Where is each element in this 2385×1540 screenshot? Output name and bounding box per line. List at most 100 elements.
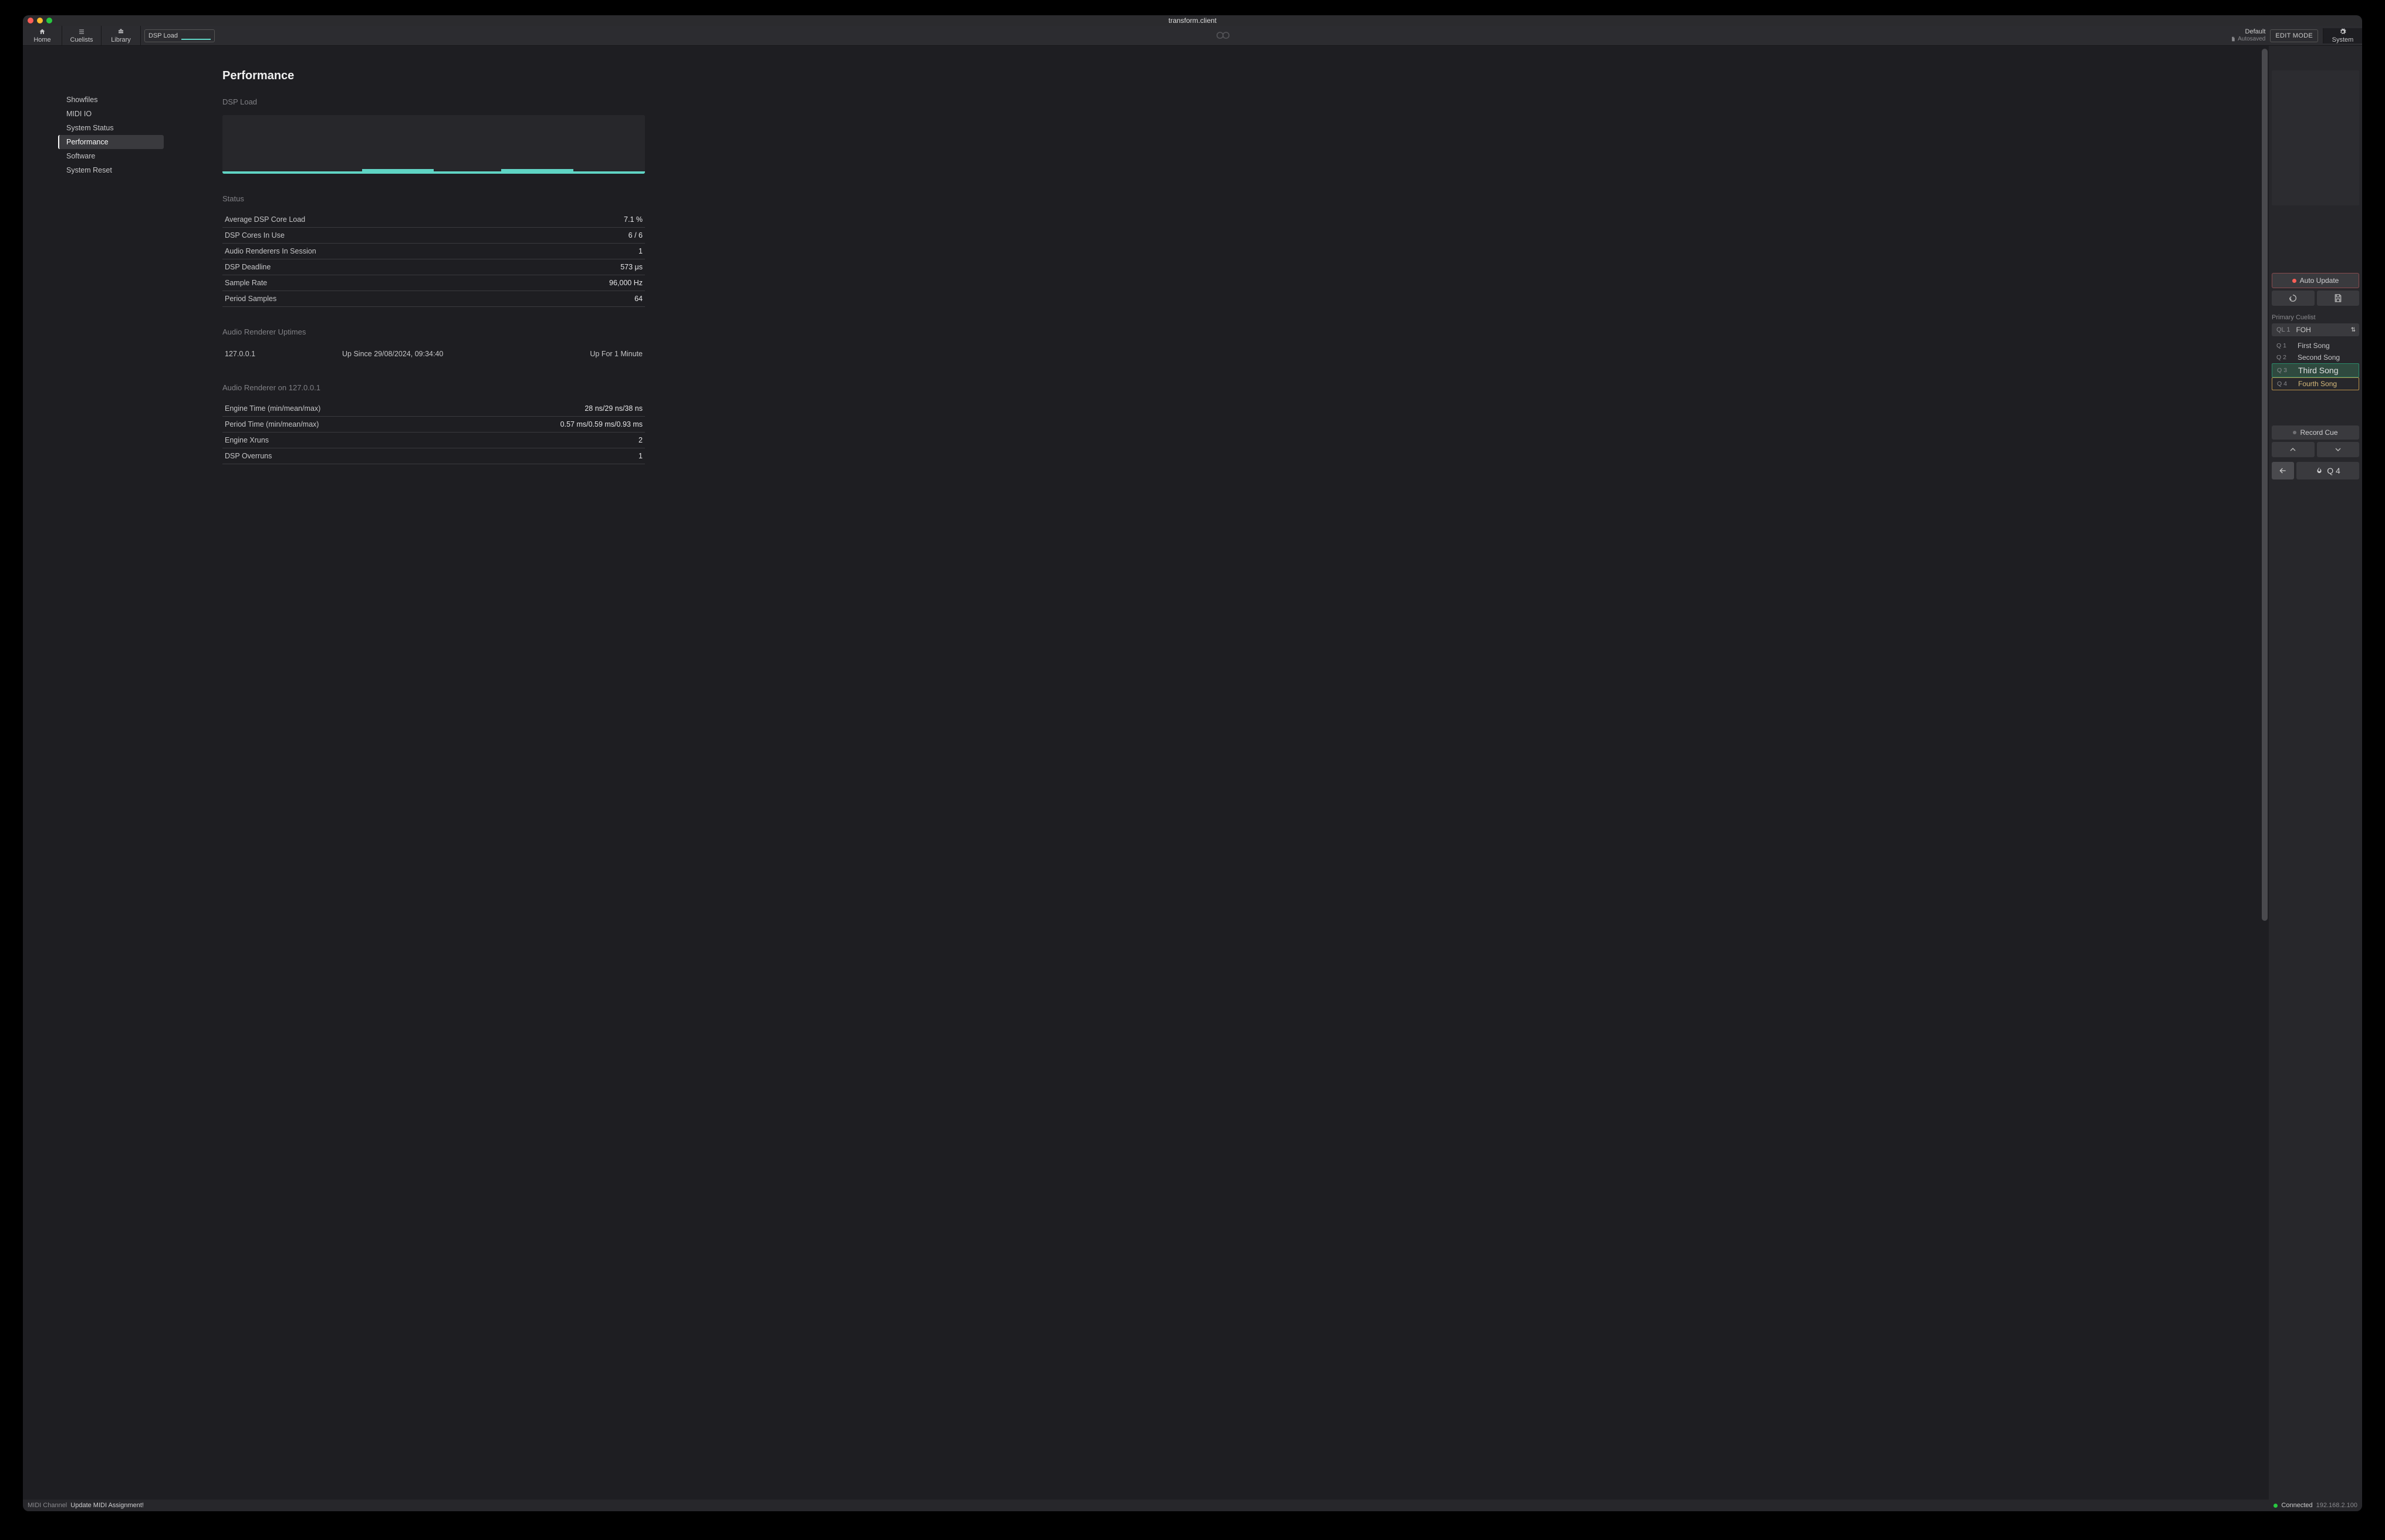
nav-item-showfiles[interactable]: Showfiles: [58, 93, 164, 107]
home-icon: [38, 28, 46, 35]
nav-item-midi-io[interactable]: MIDI IO: [58, 107, 164, 121]
cuelist-short: QL 1: [2276, 326, 2290, 333]
dsp-segment: [362, 169, 434, 174]
nav-item-system-reset[interactable]: System Reset: [58, 163, 164, 177]
nav-item-software[interactable]: Software: [58, 149, 164, 163]
library-icon: [117, 28, 125, 35]
cue-row[interactable]: Q 4Fourth Song: [2272, 377, 2359, 390]
cue-prev-button[interactable]: [2272, 442, 2315, 457]
renderer-value: 2: [639, 436, 643, 444]
dsp-load-mini[interactable]: DSP Load: [144, 29, 215, 42]
tab-library-label: Library: [111, 36, 131, 43]
dsp-segment: [573, 171, 645, 174]
status-row: DSP Deadline 573 μs: [222, 259, 645, 275]
save-button[interactable]: [2317, 291, 2360, 306]
cuelist-name: FOH: [2296, 326, 2310, 334]
uptimes-heading: Audio Renderer Uptimes: [222, 327, 645, 336]
renderer-key: DSP Overruns: [225, 452, 272, 460]
status-key: Average DSP Core Load: [225, 215, 305, 224]
save-icon: [2333, 293, 2343, 303]
cue-number: Q 3: [2277, 367, 2291, 374]
record-dot-icon: [2292, 279, 2296, 283]
scrollbar-thumb[interactable]: [2262, 49, 2268, 921]
cue-name: Second Song: [2298, 353, 2340, 362]
tab-home-label: Home: [33, 36, 50, 43]
status-row: Sample Rate96,000 Hz: [222, 275, 645, 291]
dsp-segment: [222, 171, 362, 174]
app-window: transform.client Home Cuelists Library D…: [23, 15, 2362, 1511]
chevron-up-icon: [2288, 445, 2298, 454]
tab-system[interactable]: System: [2323, 28, 2362, 43]
renderer-row: Engine Xruns2: [222, 433, 645, 448]
cue-table: Q 1 First Song Q 2Second SongQ 3Third Song…: [2272, 340, 2359, 390]
status-value: 573 μs: [620, 263, 643, 271]
midi-channel-label: MIDI Channel: [28, 1502, 67, 1509]
page-title: Performance: [222, 69, 645, 83]
tab-cuelists[interactable]: Cuelists: [62, 26, 102, 45]
midi-channel-value[interactable]: Update MIDI Assignment!: [70, 1502, 144, 1509]
gear-icon: [2339, 28, 2347, 35]
status-row: Period Samples 64: [222, 291, 645, 307]
status-value: 64: [634, 295, 643, 303]
window-title: transform.client: [23, 16, 2362, 25]
renderer-row: Period Time (min/mean/max)0.57 ms/0.59 m…: [222, 417, 645, 433]
tab-library[interactable]: Library: [102, 26, 141, 45]
cue-name: First Song: [2298, 342, 2330, 350]
app-logo-icon: [1213, 29, 1233, 42]
tab-system-label: System: [2332, 36, 2354, 43]
record-icon: [2293, 431, 2296, 434]
record-cue-label: Record Cue: [2300, 428, 2337, 437]
document-icon: [2231, 36, 2236, 42]
cuelist-select[interactable]: QL 1 FOH ⇅: [2272, 323, 2359, 336]
uptime-since: Up Since 29/08/2024, 09:34:40: [342, 350, 525, 358]
cuelists-icon: [77, 28, 86, 35]
cue-number: Q 1: [2276, 342, 2291, 349]
status-value: 7.1 %: [624, 215, 643, 224]
go-button[interactable]: Q 4: [2296, 462, 2359, 479]
status-key: DSP Deadline: [225, 263, 271, 271]
status-value: 6 / 6: [629, 231, 643, 239]
tab-home[interactable]: Home: [23, 26, 62, 45]
status-key: Audio Renderers In Session: [225, 247, 316, 255]
renderer-table: Engine Time (min/mean/max) 28 ns/29 ns/38…: [222, 401, 645, 464]
undo-button[interactable]: [2272, 291, 2315, 306]
titlebar: transform.client: [23, 15, 2362, 26]
primary-cuelist-label: Primary Cuelist: [2272, 314, 2359, 321]
cue-row[interactable]: Q 3Third Song: [2272, 363, 2359, 377]
chevron-updown-icon: ⇅: [2351, 327, 2356, 333]
dsp-mini-chart: [181, 32, 211, 40]
renderer-value: 28 ns/29 ns/38 ns: [585, 404, 643, 413]
status-table: Average DSP Core Load 7.1 % DSP Cores In U…: [222, 212, 645, 307]
connected-label: Connected: [2281, 1502, 2312, 1509]
status-bar: MIDI Channel Update MIDI Assignment! Con…: [23, 1500, 2362, 1511]
nav-item-system-status[interactable]: System Status: [58, 121, 164, 135]
renderer-key: Engine Time (min/mean/max): [225, 404, 320, 413]
edit-mode-button[interactable]: EDIT MODE: [2270, 29, 2318, 42]
preview-box: [2272, 70, 2359, 205]
auto-update-button[interactable]: Auto Update: [2272, 273, 2359, 288]
dsp-segment: [501, 169, 573, 174]
cue-next-button[interactable]: [2317, 442, 2360, 457]
dsp-segment: [434, 171, 501, 174]
renderer-value: 1: [639, 452, 643, 460]
status-key: DSP Cores In Use: [225, 231, 285, 239]
cue-row[interactable]: Q 1 First Song: [2272, 340, 2359, 352]
cue-row[interactable]: Q 2Second Song: [2272, 352, 2359, 363]
cue-name: Fourth Song: [2298, 380, 2337, 388]
uptime-for: Up For 1 Minute: [525, 350, 643, 358]
record-cue-button[interactable]: Record Cue: [2272, 425, 2359, 440]
status-row: DSP Cores In Use 6 / 6: [222, 228, 645, 244]
go-back-button[interactable]: [2272, 462, 2294, 479]
chevron-down-icon: [2333, 445, 2343, 454]
dsp-load-heading: DSP Load: [222, 97, 645, 106]
status-row: Audio Renderers In Session1: [222, 244, 645, 259]
main-content: Performance DSP Load Status Average DSP …: [164, 69, 645, 464]
renderer-row: DSP Overruns 1: [222, 448, 645, 464]
status-key: Period Samples: [225, 295, 276, 303]
nav-item-performance[interactable]: Performance: [58, 135, 164, 149]
connected-ip: 192.168.2.100: [2316, 1502, 2357, 1509]
status-row: Average DSP Core Load 7.1 %: [222, 212, 645, 228]
connected-dot-icon: [2273, 1504, 2278, 1508]
cuelist-panel: Auto Update Primary Cuelist QL 1 FOH ⇅ Q…: [2269, 46, 2362, 1500]
auto-update-label: Auto Update: [2300, 276, 2339, 285]
